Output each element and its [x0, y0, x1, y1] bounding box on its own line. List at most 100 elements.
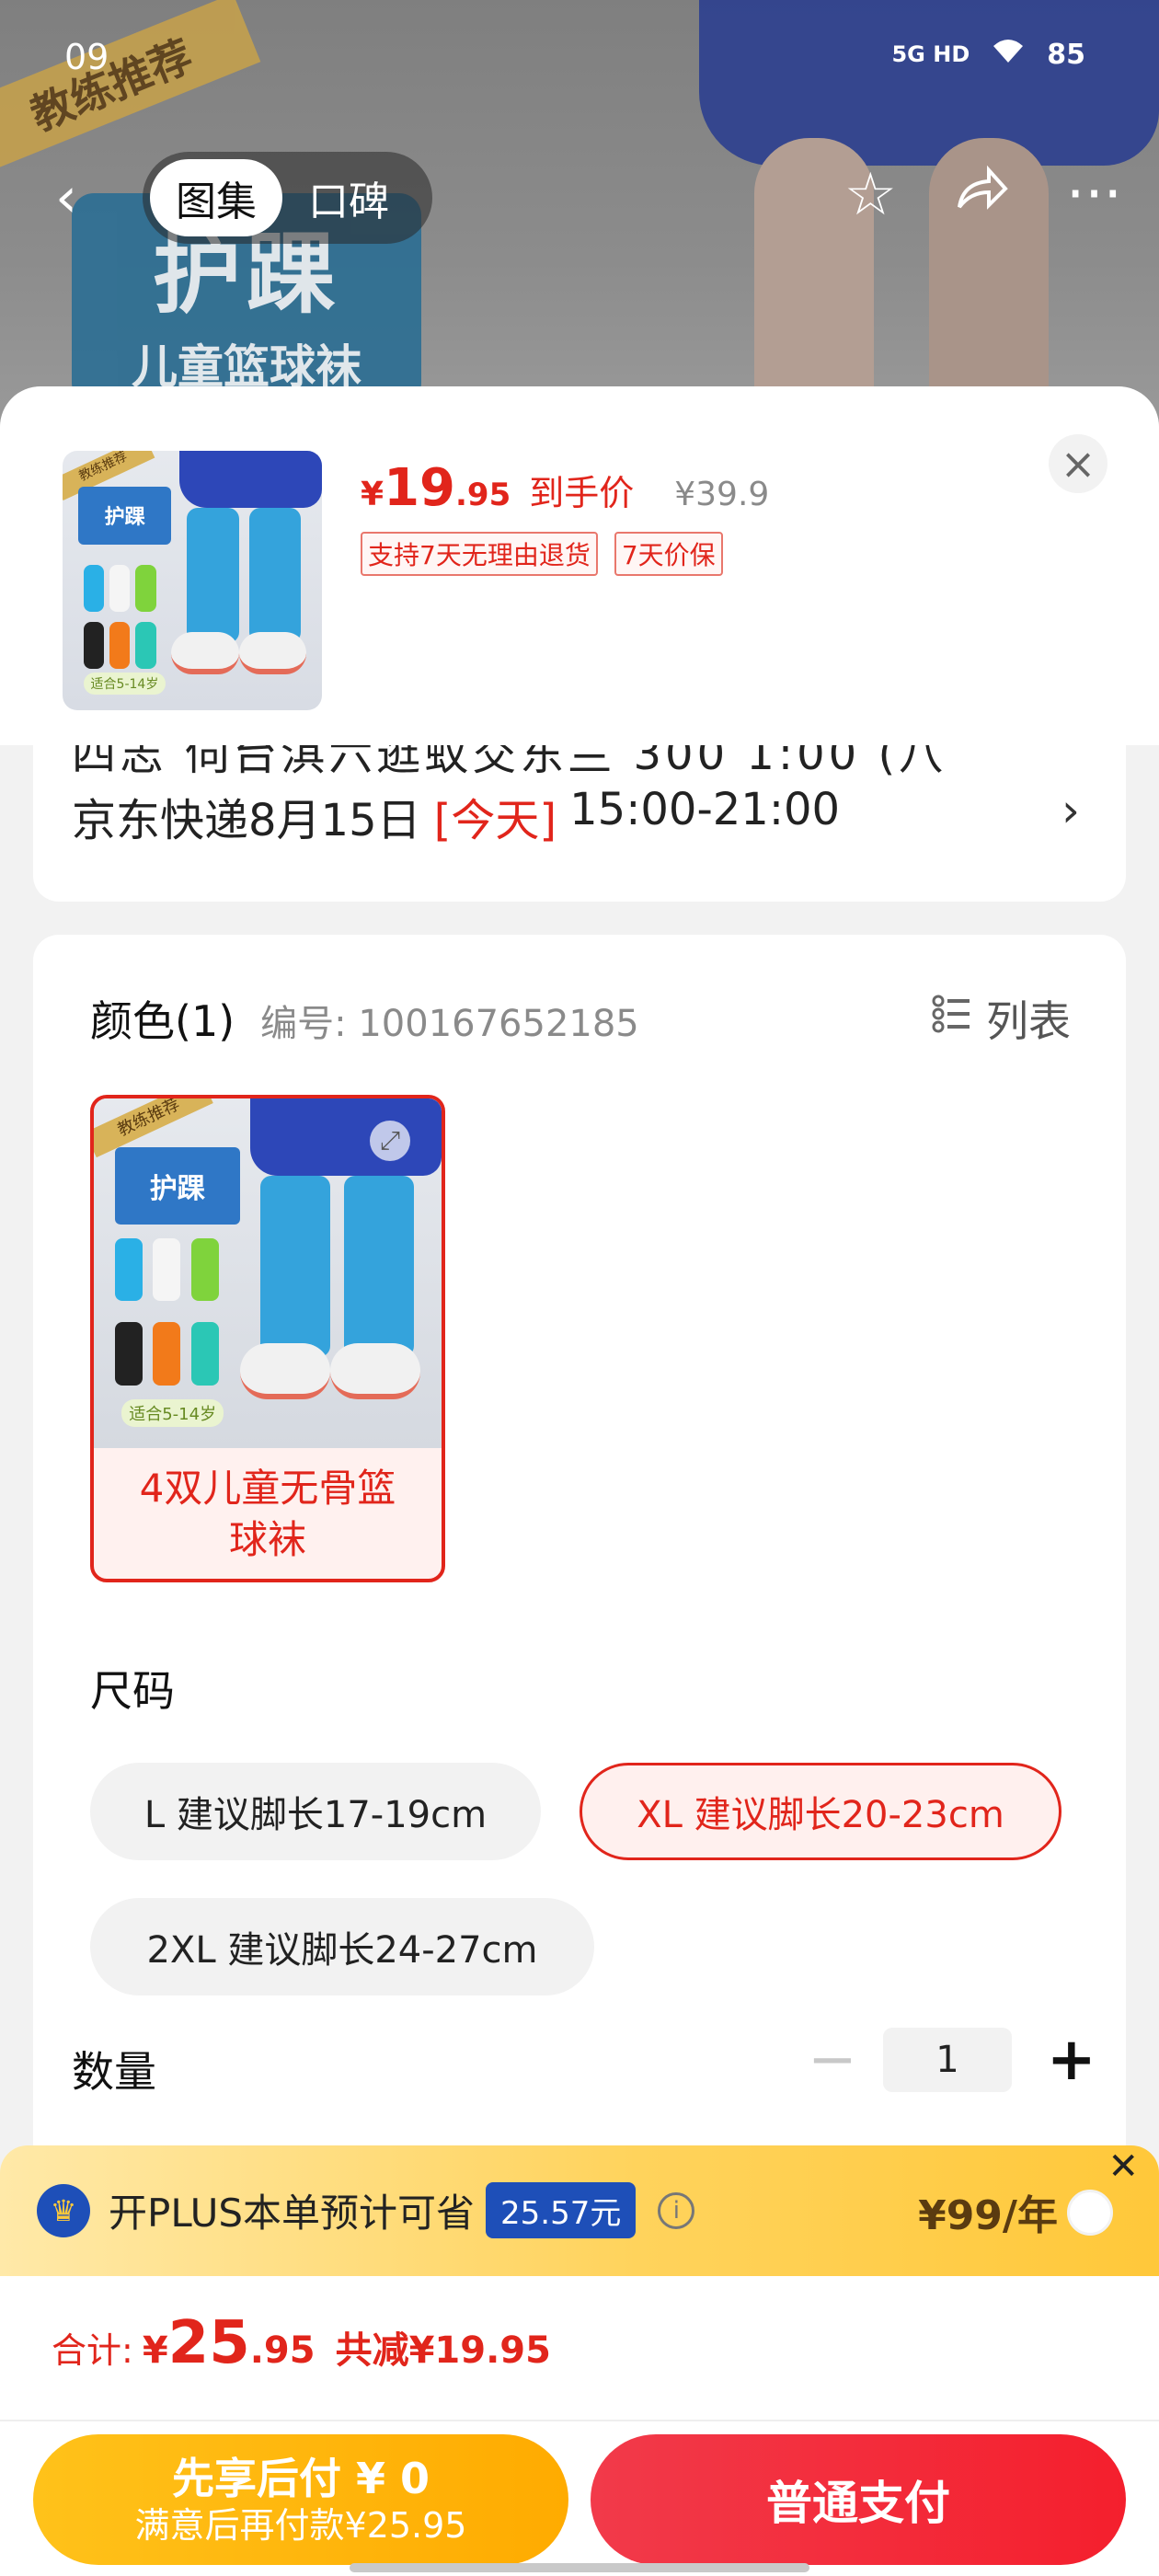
total-saved: 共减¥19.95 [335, 2329, 551, 2372]
more-icon[interactable]: ··· [1066, 161, 1122, 235]
home-indicator[interactable] [350, 2563, 809, 2572]
delivery-card[interactable]: 四志 伺台淇六逛蚁交东兰 300 1:00 (八 京东快递8月15日 [今天] … [33, 745, 1126, 902]
color-sock-large [260, 1175, 331, 1358]
quantity-input[interactable]: 1 [883, 2028, 1012, 2092]
plus-select-radio[interactable] [1067, 2190, 1113, 2236]
color-option-image: 教练推荐 护踝 适合5-14岁 ⤢ [94, 1098, 442, 1448]
total-integer: 25 [167, 2309, 250, 2377]
minus-icon[interactable]: − [808, 2030, 857, 2089]
total-line: 合计: ¥25.95 共减¥19.95 [52, 2309, 551, 2377]
thumb-shorts [178, 451, 322, 509]
price-label: 到手价 [529, 473, 635, 513]
share-icon[interactable] [952, 161, 1011, 235]
plus-promo-text: 开PLUS本单预计可省 [109, 2191, 476, 2236]
thumb-sock [134, 565, 156, 612]
color-sock [190, 1238, 220, 1302]
current-price: ¥19.95 [361, 458, 511, 518]
list-view-toggle[interactable]: 列表 [931, 988, 1071, 1049]
thumb-sock [187, 508, 239, 643]
product-thumbnail: 教练推荐 护踝 适合5-14岁 [63, 451, 322, 710]
service-tags: 支持7天无理由退货 7天价保 [361, 532, 723, 576]
color-shoe [239, 1343, 331, 1399]
color-sock-large [344, 1175, 414, 1358]
top-nav: ‹ 图集 口碑 ☆ ··· [0, 152, 1159, 244]
size-option-xl[interactable]: XL 建议脚长20-23cm [580, 1763, 1061, 1860]
tab-gallery[interactable]: 图集 [150, 159, 282, 236]
carrier-name: 京东快递 [72, 795, 249, 846]
color-sock [153, 1322, 181, 1386]
price-line: ¥19.95 到手价 ¥39.9 [361, 458, 769, 518]
plus-promo: 开PLUS本单预计可省 25.57元 i [109, 2182, 695, 2238]
thumb-shoe [238, 632, 307, 674]
color-age-badge: 适合5-14岁 [121, 1399, 224, 1428]
thumb-sock [109, 622, 131, 669]
delivery-time: 15:00-21:00 [569, 784, 841, 835]
plus-price: ¥99/年 [918, 2192, 1058, 2239]
color-option[interactable]: 教练推荐 护踝 适合5-14岁 ⤢ 4双儿童无骨篮球袜 [90, 1095, 445, 1582]
price-currency: ¥ [361, 476, 384, 513]
price-decimal: .95 [455, 477, 511, 513]
status-time: 09 [64, 37, 109, 77]
thumbnail-image: 教练推荐 护踝 适合5-14岁 [63, 451, 322, 710]
checkout-footer: 合计: ¥25.95 共减¥19.95 先享后付 ¥ 0 满意后再付款¥25.9… [0, 2276, 1159, 2576]
total-currency: ¥ [142, 2329, 168, 2372]
plus-membership-banner[interactable]: ♛ 开PLUS本单预计可省 25.57元 i ¥99/年 ✕ [0, 2145, 1159, 2276]
crown-icon: ♛ [37, 2184, 90, 2237]
network-indicator: 5G HD [891, 41, 970, 67]
back-icon[interactable]: ‹ [55, 170, 110, 225]
chevron-right-icon[interactable]: › [1061, 784, 1080, 837]
quantity-stepper: − 1 + [808, 2028, 1096, 2092]
color-sock [114, 1322, 143, 1386]
close-icon[interactable]: ✕ [1107, 2145, 1139, 2188]
color-sock [190, 1322, 220, 1386]
color-section-title: 颜色(1) 编号: 100167652185 [90, 988, 639, 1049]
wifi-icon [990, 37, 1027, 72]
tab-reviews[interactable]: 口碑 [282, 159, 415, 236]
return-tag: 支持7天无理由退货 [361, 532, 598, 576]
original-price: ¥39.9 [674, 476, 770, 513]
color-sock [114, 1238, 143, 1302]
status-bar: 09 5G HD 85 [0, 37, 1159, 92]
delivery-today: [今天] [433, 795, 557, 846]
total-label: 合计: [52, 2330, 133, 2371]
color-option-label: 4双儿童无骨篮球袜 [139, 1466, 396, 1562]
bnpl-line2: 满意后再付款¥25.95 [134, 2505, 467, 2546]
info-icon[interactable]: i [658, 2191, 695, 2229]
nav-tabs: 图集 口碑 [143, 152, 432, 244]
size-option-l[interactable]: L 建议脚长17-19cm [90, 1763, 541, 1860]
delivery-info: 京东快递8月15日 [今天] 15:00-21:00 [72, 784, 840, 848]
thumb-sock [249, 508, 302, 643]
total-price: ¥25.95 [143, 2309, 316, 2377]
buy-now-pay-later-button[interactable]: 先享后付 ¥ 0 满意后再付款¥25.95 [33, 2434, 568, 2565]
price-integer: 19 [384, 458, 455, 518]
price-protect-tag: 7天价保 [614, 532, 723, 576]
delivery-date: 8月15日 [248, 795, 421, 846]
list-icon [931, 994, 971, 1044]
color-shoe [330, 1343, 421, 1399]
thumb-sock [134, 622, 156, 669]
footer-divider [0, 2420, 1159, 2421]
size-option-2xl[interactable]: 2XL 建议脚长24-27cm [90, 1898, 594, 1995]
color-sock [153, 1238, 181, 1302]
options-card: 颜色(1) 编号: 100167652185 列表 教练推荐 护踝 适合5-14… [33, 935, 1126, 2223]
close-icon[interactable]: × [1049, 434, 1107, 493]
star-icon[interactable]: ☆ [844, 161, 897, 235]
size-section-title: 尺码 [90, 1666, 175, 1716]
plus-save-badge: 25.57元 [486, 2182, 637, 2238]
battery-level: 85 [1047, 38, 1085, 71]
color-tag: 护踝 [114, 1147, 240, 1225]
expand-icon[interactable]: ⤢ [370, 1121, 410, 1161]
delivery-address-cut: 四志 伺台淇六逛蚁交东兰 300 1:00 (八 [72, 745, 947, 780]
quantity-title: 数量 [72, 2047, 156, 2097]
status-right: 5G HD 85 [891, 37, 1085, 72]
sheet-header: 教练推荐 护踝 适合5-14岁 ¥19.95 到手价 ¥39.9 支持7天无理由… [0, 386, 1159, 745]
thumb-sock [109, 565, 131, 612]
plus-icon[interactable]: + [1047, 2030, 1096, 2089]
bnpl-line1: 先享后付 ¥ 0 [171, 2454, 430, 2503]
color-title: 颜色(1) [90, 996, 235, 1046]
list-toggle-label: 列表 [986, 996, 1071, 1046]
thumb-sock [83, 565, 105, 612]
pay-button[interactable]: 普通支付 [591, 2434, 1126, 2565]
thumb-shoe [171, 632, 239, 674]
thumb-tag: 护踝 [77, 487, 172, 545]
